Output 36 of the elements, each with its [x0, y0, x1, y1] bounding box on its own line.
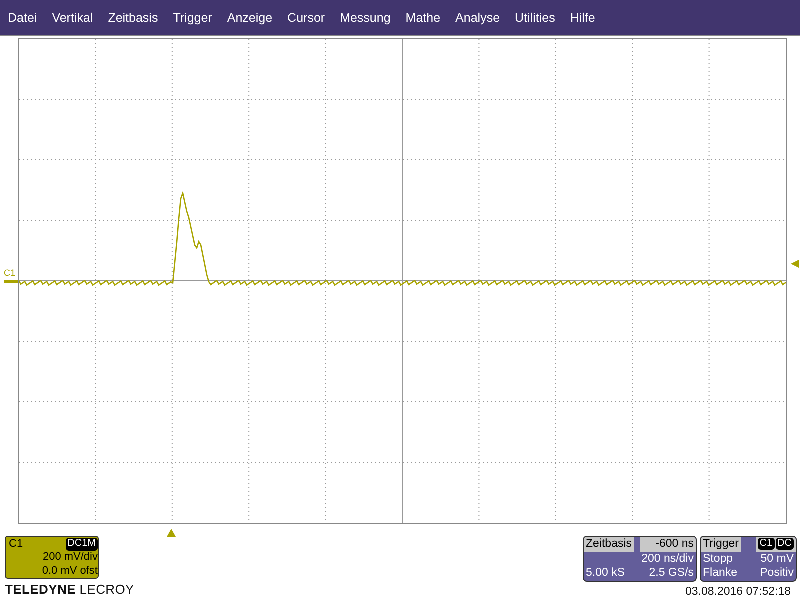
sample-count: 5.00 kS — [585, 566, 626, 581]
trigger-source: C1 — [758, 538, 775, 550]
brand-logo: TELEDYNE LECROY — [5, 582, 134, 597]
trigger-mode: Stopp — [702, 552, 734, 566]
timebase-delay: -600 ns — [640, 537, 696, 552]
timebase-title: Zeitbasis — [584, 537, 634, 552]
menu-item[interactable]: Analyse — [452, 10, 504, 24]
timebase-descriptor[interactable]: Zeitbasis -600 ns 200 ns/div 5.00 kS 2.5 GS/s — [583, 536, 697, 582]
menu-item[interactable]: Utilities — [511, 10, 560, 24]
trigger-title: Trigger — [701, 537, 741, 552]
trigger-level: 50 mV — [760, 552, 795, 566]
vertical-scale: 200 mV/div — [42, 551, 98, 565]
trigger-descriptor[interactable]: Trigger C1 DC Stopp 50 mV Flanke Positiv — [700, 536, 797, 582]
sample-rate: 2.5 GS/s — [648, 566, 695, 581]
timestamp: 03.08.2016 07:52:18 — [685, 586, 791, 598]
trigger-position-icon — [167, 529, 176, 537]
timebase-scale: 200 ns/div — [640, 552, 695, 566]
menu-item[interactable]: Zeitbasis — [104, 10, 162, 24]
ground-marker — [4, 280, 18, 283]
menu-item[interactable]: Mathe — [402, 10, 445, 24]
menu-item[interactable]: Hilfe — [566, 10, 600, 24]
vertical-offset: 0.0 mV ofst — [41, 564, 98, 578]
menu-item[interactable]: Anzeige — [223, 10, 277, 24]
coupling-tag: DC1M — [66, 538, 98, 552]
trigger-level-icon — [791, 260, 799, 268]
menu-item[interactable]: Datei — [4, 10, 42, 24]
menu-item[interactable]: Vertikal — [48, 10, 98, 24]
trigger-type: Flanke — [702, 566, 739, 581]
menu-item[interactable]: Trigger — [169, 10, 216, 24]
menu-item[interactable]: Messung — [336, 10, 395, 24]
trigger-coupling: DC — [776, 538, 794, 550]
channel-name: C1 — [9, 538, 24, 552]
trace-label: C1 — [4, 268, 16, 278]
menu-item[interactable]: Cursor — [284, 10, 330, 24]
trigger-slope: Positiv — [759, 566, 795, 581]
channel-descriptor[interactable]: C1 DC1M 200 mV/div 0.0 mV ofst — [5, 536, 99, 579]
